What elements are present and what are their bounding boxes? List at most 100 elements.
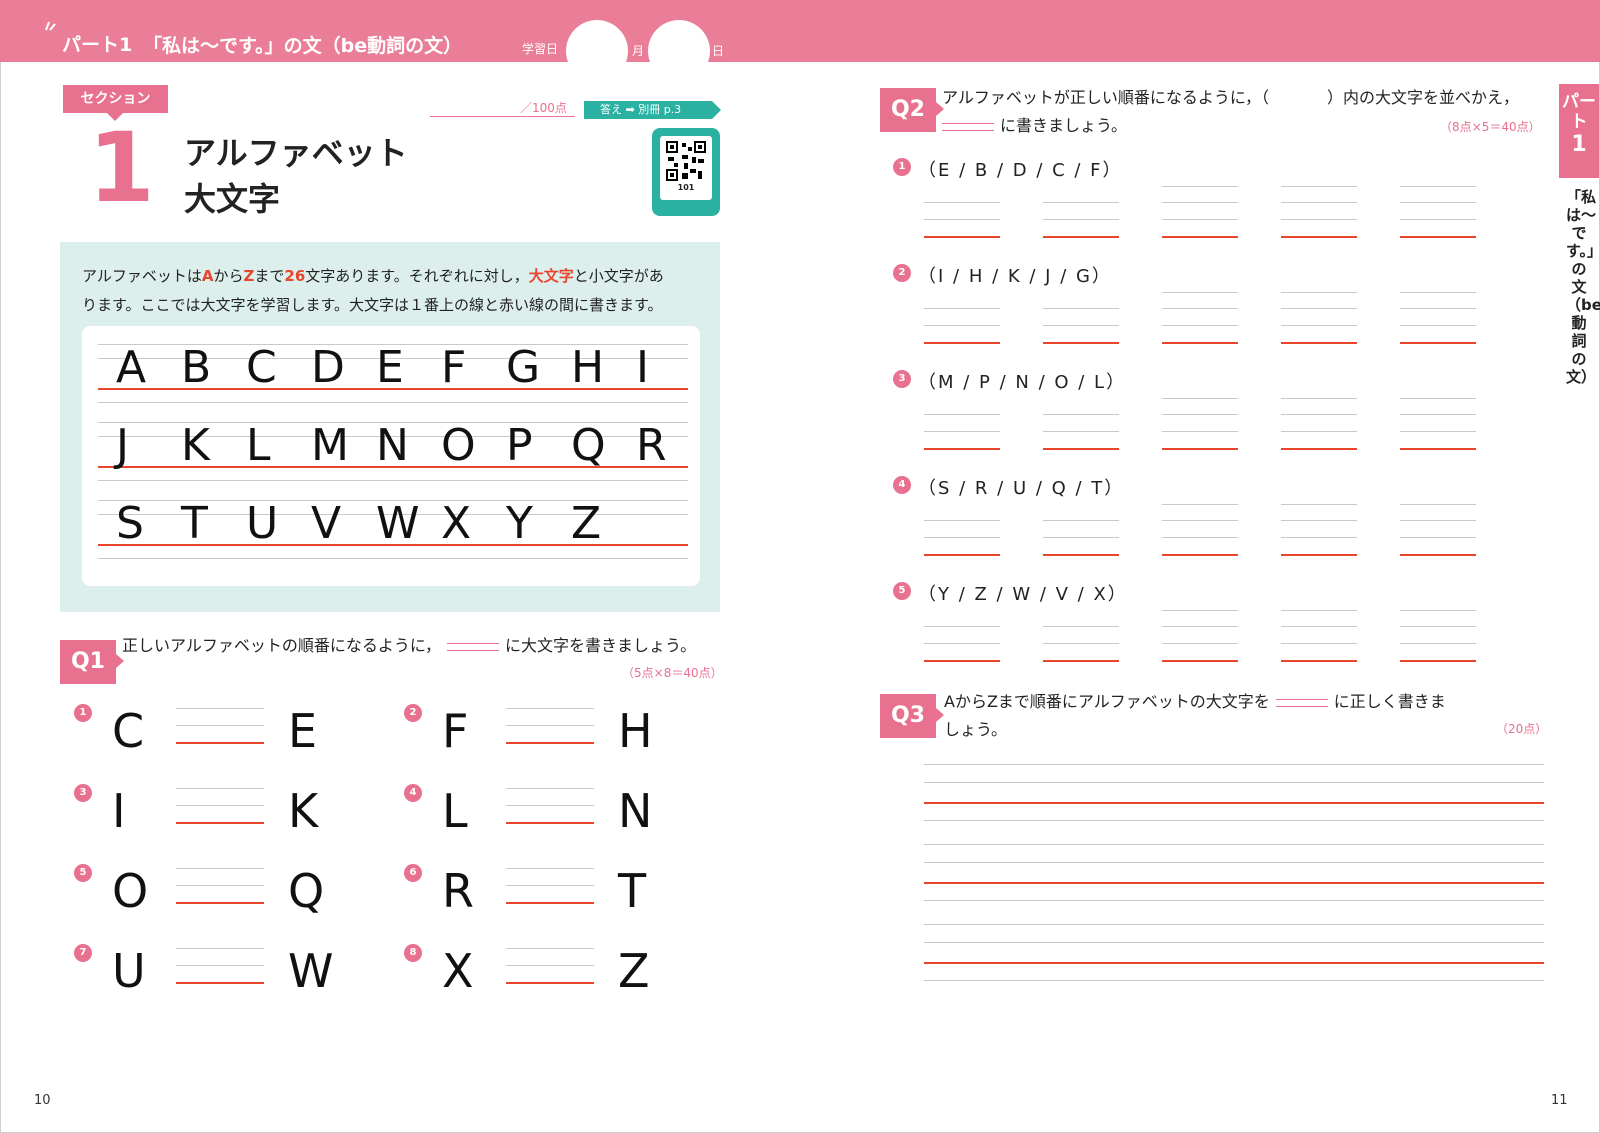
answer-writing-line[interactable] bbox=[1400, 308, 1476, 344]
answer-writing-line[interactable] bbox=[176, 948, 264, 984]
header-band: パート1 「私は〜です。」の文（be動詞の文） 学習日 月 日 bbox=[0, 0, 1600, 82]
given-letter: O bbox=[112, 864, 149, 918]
guide-line bbox=[506, 725, 594, 726]
guide-line bbox=[1400, 292, 1476, 293]
guide-line bbox=[506, 885, 594, 886]
answer-writing-line[interactable] bbox=[924, 520, 1000, 556]
given-letter: X bbox=[442, 944, 474, 998]
q3-text-line1: AからZまで順番にアルファベットの大文字を に正しく書きま bbox=[944, 688, 1544, 716]
baseline-red bbox=[1281, 660, 1357, 662]
answer-writing-line[interactable] bbox=[1162, 308, 1238, 344]
guide-line bbox=[1162, 186, 1238, 187]
item-number-badge: 4 bbox=[893, 476, 911, 494]
alphabet-row: J KLMNOPQR bbox=[98, 420, 688, 481]
answer-writing-line[interactable] bbox=[506, 788, 594, 824]
alphabet-letter: X bbox=[441, 498, 472, 549]
guide-line bbox=[1043, 414, 1119, 415]
answer-writing-line[interactable] bbox=[1043, 520, 1119, 556]
answer-writing-line[interactable] bbox=[176, 868, 264, 904]
guide-line bbox=[924, 764, 1544, 765]
given-letter: C bbox=[112, 704, 145, 758]
guide-line bbox=[1162, 219, 1238, 220]
answer-writing-line[interactable] bbox=[1162, 626, 1238, 662]
q3-text-part: に正しく書きま bbox=[1333, 692, 1446, 711]
answer-writing-line[interactable] bbox=[1162, 202, 1238, 238]
answer-writing-line[interactable] bbox=[1400, 202, 1476, 238]
section-title-line1: アルファベット bbox=[184, 134, 408, 172]
alphabet-letter: M bbox=[311, 420, 349, 471]
guide-line bbox=[1400, 626, 1476, 627]
answer-writing-line[interactable] bbox=[924, 626, 1000, 662]
alphabet-letter: L bbox=[246, 420, 271, 471]
guide-line bbox=[924, 820, 1544, 821]
side-part-title: 「私は〜です。」の文（be動詞の文） bbox=[1566, 188, 1600, 386]
answer-writing-line[interactable] bbox=[1400, 414, 1476, 450]
answer-writing-line[interactable] bbox=[1162, 414, 1238, 450]
guide-line bbox=[1281, 504, 1357, 505]
answer-writing-line[interactable] bbox=[1281, 414, 1357, 450]
qr-code-icon bbox=[666, 141, 706, 181]
answer-writing-line[interactable] bbox=[1162, 520, 1238, 556]
guide-line bbox=[1162, 643, 1238, 644]
guide-line bbox=[924, 202, 1000, 203]
given-letter: T bbox=[618, 864, 647, 918]
letter-sequence: （Y / Z / W / V / X） bbox=[918, 584, 1128, 605]
guide-line bbox=[924, 844, 1544, 845]
month-input-circle[interactable] bbox=[566, 20, 628, 82]
answer-writing-area[interactable] bbox=[924, 924, 1544, 984]
guide-line bbox=[1400, 643, 1476, 644]
answer-writing-line[interactable] bbox=[1043, 202, 1119, 238]
baseline-red bbox=[1043, 236, 1119, 238]
day-input-circle[interactable] bbox=[648, 20, 710, 82]
answer-writing-line[interactable] bbox=[1281, 308, 1357, 344]
given-letter: E bbox=[288, 704, 318, 758]
alphabet-letter: O bbox=[441, 420, 476, 471]
answer-writing-line[interactable] bbox=[506, 868, 594, 904]
guide-line bbox=[924, 308, 1000, 309]
answer-writing-line[interactable] bbox=[1043, 414, 1119, 450]
answer-writing-area[interactable] bbox=[924, 844, 1544, 904]
answer-writing-line[interactable] bbox=[176, 708, 264, 744]
guide-line bbox=[1281, 219, 1357, 220]
guide-line bbox=[98, 558, 688, 559]
answer-writing-line[interactable] bbox=[1281, 202, 1357, 238]
item-number-badge: 1 bbox=[74, 704, 92, 722]
answer-writing-line[interactable] bbox=[1281, 626, 1357, 662]
guide-line bbox=[1162, 292, 1238, 293]
alphabet-letter: R bbox=[636, 420, 667, 471]
answer-writing-line[interactable] bbox=[1281, 520, 1357, 556]
guide-line bbox=[924, 219, 1000, 220]
answer-writing-line[interactable] bbox=[924, 308, 1000, 344]
guide-line bbox=[176, 948, 264, 949]
answer-writing-area[interactable] bbox=[924, 764, 1544, 824]
baseline-red bbox=[506, 742, 594, 744]
alphabet-letter: I bbox=[636, 342, 649, 393]
answer-writing-line[interactable] bbox=[924, 414, 1000, 450]
guide-line bbox=[1281, 186, 1357, 187]
answer-writing-line[interactable] bbox=[176, 788, 264, 824]
section-title: アルファベット 大文字 bbox=[184, 130, 408, 222]
baseline-red bbox=[924, 802, 1544, 804]
guide-line bbox=[924, 537, 1000, 538]
guide-line bbox=[98, 480, 688, 481]
answer-writing-line[interactable] bbox=[924, 202, 1000, 238]
answer-writing-line[interactable] bbox=[1043, 626, 1119, 662]
answer-writing-line[interactable] bbox=[506, 708, 594, 744]
item-number-badge: 5 bbox=[893, 582, 911, 600]
baseline-red bbox=[1400, 448, 1476, 450]
info-text-part: と小文字があ bbox=[573, 267, 664, 285]
answer-writing-line[interactable] bbox=[506, 948, 594, 984]
guide-line bbox=[1162, 414, 1238, 415]
answer-writing-line[interactable] bbox=[1043, 308, 1119, 344]
side-part-tab[interactable]: パー ト 1 bbox=[1559, 84, 1599, 178]
baseline-red bbox=[1043, 448, 1119, 450]
answer-writing-line[interactable] bbox=[1400, 626, 1476, 662]
answer-writing-line[interactable] bbox=[1400, 520, 1476, 556]
guide-line bbox=[1400, 520, 1476, 521]
guide-line bbox=[1281, 308, 1357, 309]
qr-card: 101 bbox=[660, 136, 712, 200]
page-number-left: 10 bbox=[34, 1093, 51, 1108]
guide-line bbox=[924, 942, 1544, 943]
qr-phone-frame[interactable]: 101 bbox=[652, 128, 720, 216]
alphabet-letter: A bbox=[116, 342, 147, 393]
